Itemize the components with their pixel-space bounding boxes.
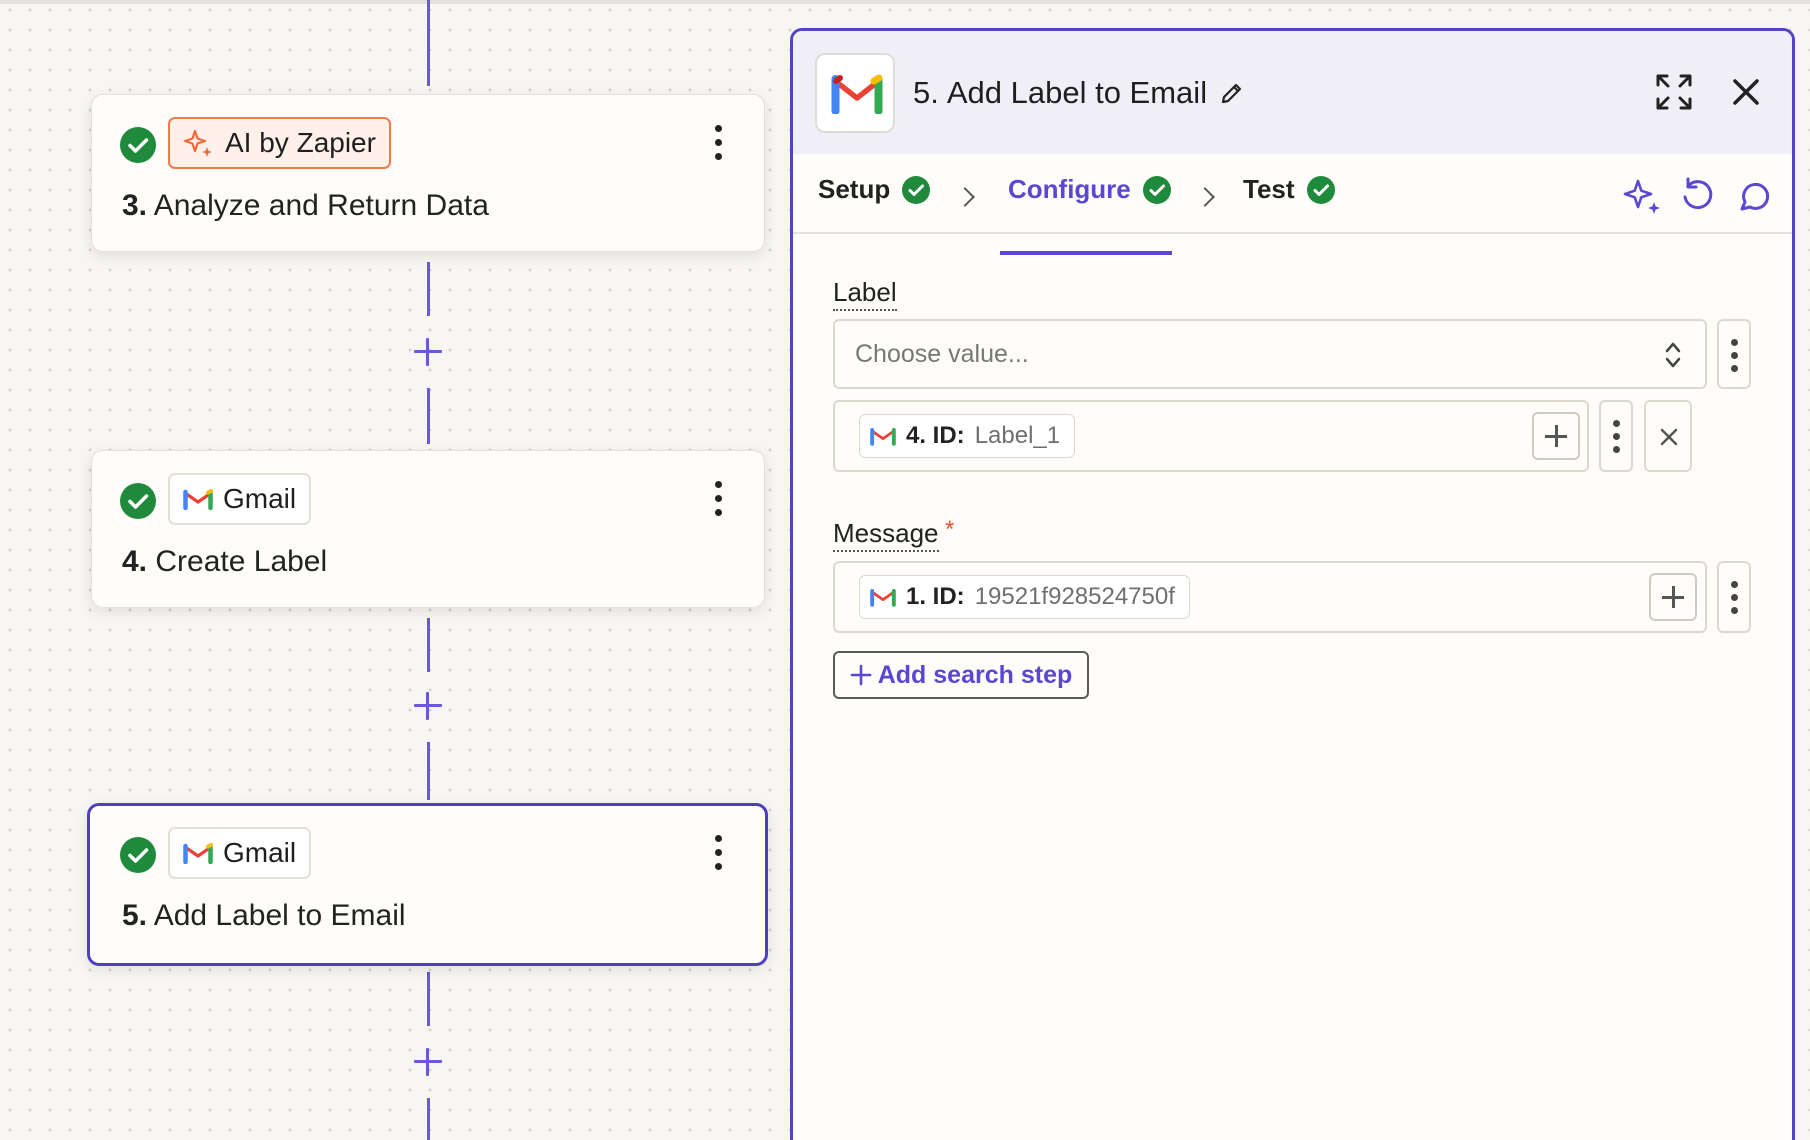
success-check-icon	[120, 837, 156, 873]
connector-line	[427, 262, 430, 316]
top-border	[0, 0, 1810, 4]
app-badge-gmail: Gmail	[168, 827, 312, 879]
tab-setup[interactable]: Setup	[818, 174, 931, 205]
tab-configure[interactable]: Configure	[1008, 174, 1171, 205]
gmail-icon	[831, 74, 883, 114]
app-name: Gmail	[223, 837, 297, 868]
insert-data-button[interactable]	[1649, 573, 1697, 621]
connector-line	[427, 972, 430, 1026]
mapped-value-pill[interactable]: 4. ID: Label_1	[859, 414, 1076, 458]
step-menu-button[interactable]	[704, 123, 734, 163]
connector-line	[427, 0, 430, 86]
ai-sparkle-icon[interactable]	[1623, 176, 1663, 221]
app-name: Gmail	[223, 483, 297, 514]
comment-icon[interactable]	[1736, 178, 1772, 219]
tab-test[interactable]: Test	[1243, 174, 1335, 205]
panel-header: 5. Add Label to Email	[793, 31, 1792, 154]
undo-icon[interactable]	[1679, 176, 1717, 219]
edit-pencil-icon[interactable]	[1219, 80, 1245, 106]
gmail-icon	[183, 843, 213, 864]
select-placeholder: Choose value...	[855, 339, 1029, 368]
message-field-label: Message	[833, 518, 939, 552]
add-step-button[interactable]	[410, 1044, 446, 1080]
step-title: 3. Analyze and Return Data	[122, 189, 489, 222]
step-card-3[interactable]: AI by Zapier 3. Analyze and Return Data	[91, 94, 765, 252]
step-editor-panel: 5.Add Label to Email Setup Configure Te	[790, 28, 1795, 1140]
gmail-logo	[815, 53, 895, 133]
success-check-icon	[1306, 175, 1335, 204]
required-marker: *	[945, 516, 955, 543]
ai-sparkle-icon	[183, 129, 212, 157]
step-tabs: Setup Configure Test	[793, 154, 1792, 234]
success-check-icon	[120, 483, 156, 519]
field-options-button[interactable]	[1717, 561, 1751, 633]
close-icon	[1660, 428, 1678, 446]
success-check-icon	[120, 127, 156, 163]
plus-icon	[850, 664, 872, 686]
step-card-4[interactable]: Gmail 4. Create Label	[91, 450, 765, 608]
close-icon[interactable]	[1730, 76, 1762, 113]
active-tab-indicator	[1000, 251, 1172, 255]
field-options-button[interactable]	[1599, 400, 1633, 472]
app-name: AI by Zapier	[225, 127, 376, 158]
connector-line	[427, 388, 430, 444]
step-card-5[interactable]: Gmail 5. Add Label to Email	[87, 803, 768, 966]
connector-line	[427, 1098, 430, 1140]
app-badge-gmail: Gmail	[168, 473, 312, 525]
connector-line	[427, 742, 430, 800]
insert-data-button[interactable]	[1532, 412, 1580, 460]
gmail-icon	[870, 427, 896, 446]
success-check-icon	[1142, 175, 1171, 204]
clear-field-button[interactable]	[1644, 400, 1692, 472]
label-mapped-field[interactable]: 4. ID: Label_1	[833, 400, 1589, 472]
message-mapped-field[interactable]: 1. ID: 19521f928524750f	[833, 561, 1707, 633]
panel-title: 5. Add Label to Email	[913, 75, 1245, 111]
label-options-button[interactable]	[1717, 319, 1751, 389]
label-field-label: Label	[833, 277, 897, 311]
expand-icon[interactable]	[1655, 73, 1693, 116]
gmail-icon	[870, 588, 896, 607]
add-step-button[interactable]	[410, 334, 446, 370]
label-select[interactable]: Choose value...	[833, 319, 1707, 389]
connector-line	[427, 618, 430, 672]
app-badge-ai-by-zapier: AI by Zapier	[168, 117, 391, 169]
step-menu-button[interactable]	[704, 479, 734, 519]
mapped-value-pill[interactable]: 1. ID: 19521f928524750f	[859, 575, 1190, 619]
add-step-button[interactable]	[410, 688, 446, 724]
step-title: 4. Create Label	[122, 545, 328, 578]
add-search-step-button[interactable]: Add search step	[833, 651, 1089, 699]
chevron-right-icon	[955, 187, 975, 207]
step-title: 5. Add Label to Email	[122, 899, 406, 932]
select-updown-icon	[1665, 342, 1681, 368]
chevron-right-icon	[1195, 187, 1215, 207]
gmail-icon	[183, 489, 213, 510]
success-check-icon	[902, 175, 931, 204]
step-menu-button[interactable]	[704, 833, 734, 873]
